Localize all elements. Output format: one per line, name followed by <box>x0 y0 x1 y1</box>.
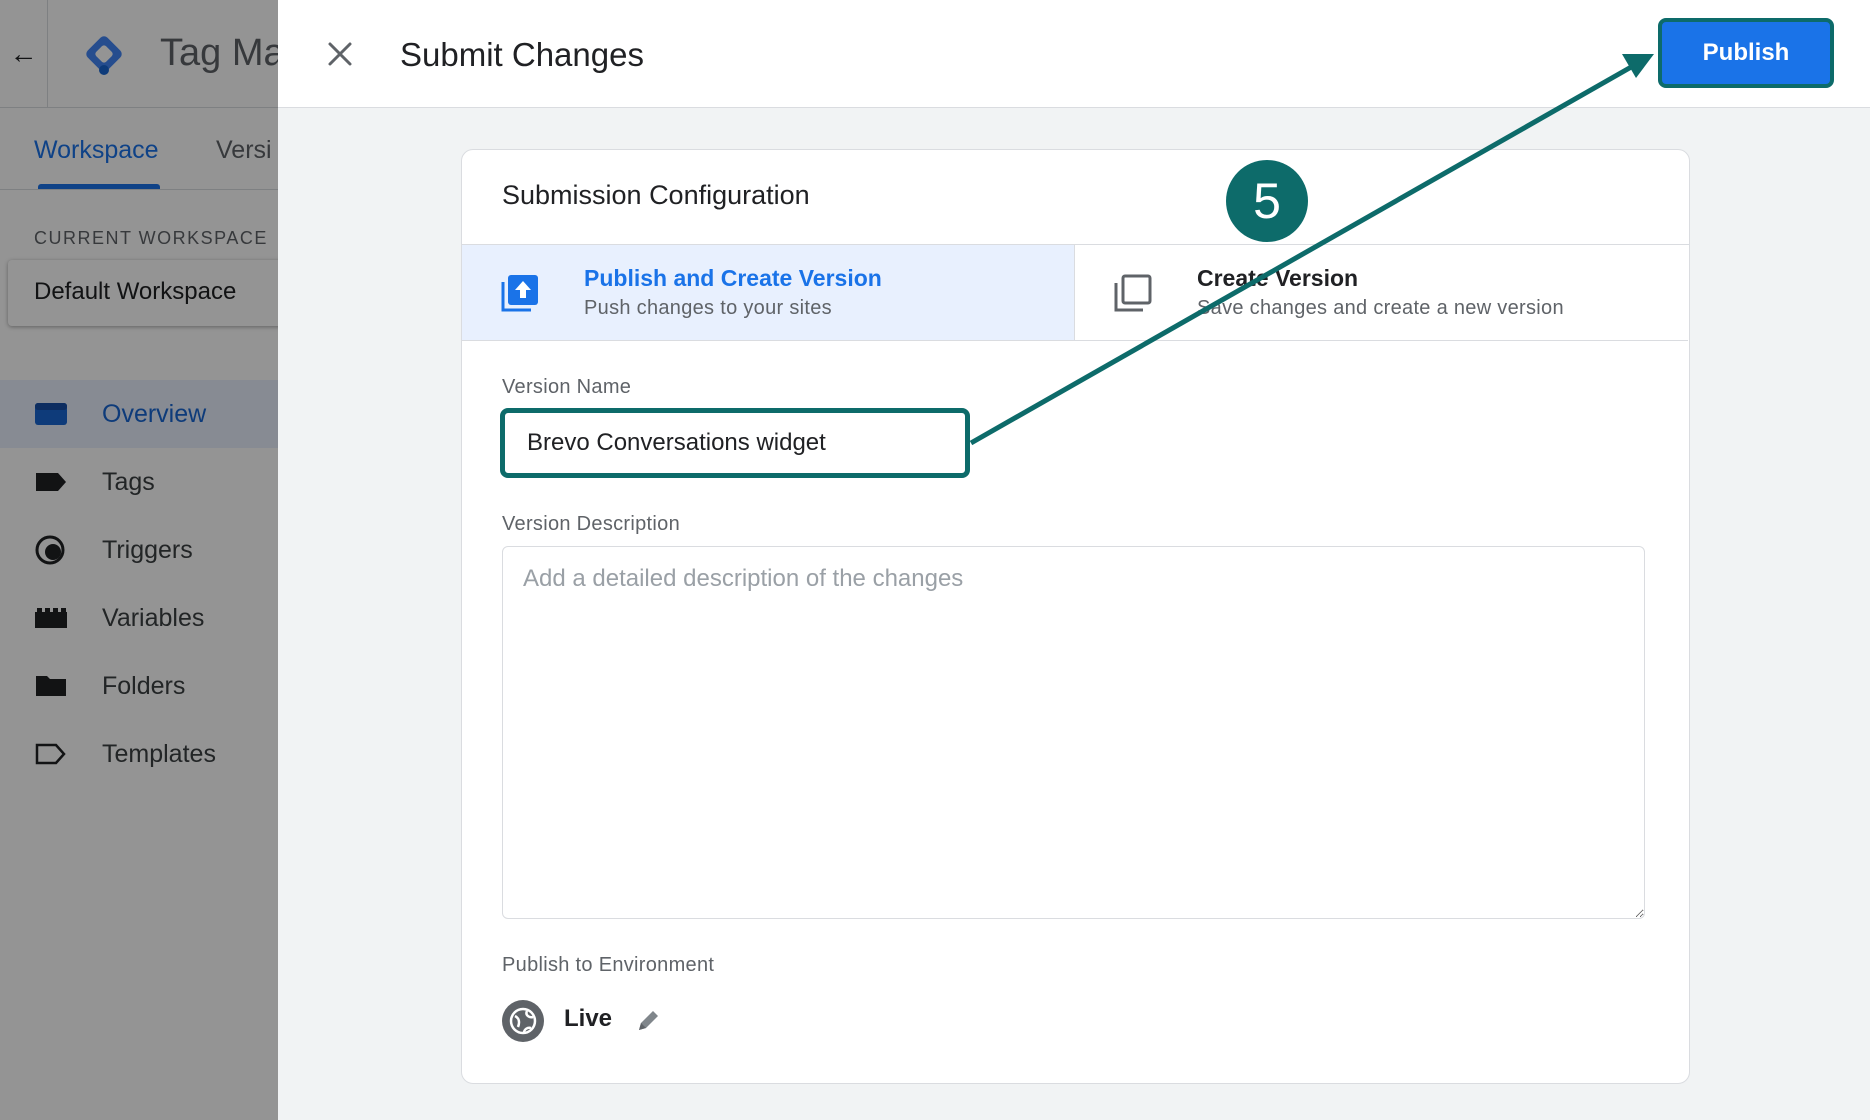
version-description-input[interactable] <box>502 546 1645 919</box>
publish-button[interactable]: Publish <box>1658 18 1834 88</box>
close-icon[interactable] <box>318 32 362 76</box>
submission-configuration-card: Submission Configuration Publish and Cre… <box>461 149 1690 1084</box>
environment-name: Live <box>564 1005 613 1032</box>
publish-icon <box>501 275 538 312</box>
panel-header: Submit Changes Publish <box>278 0 1870 108</box>
globe-icon <box>502 1000 544 1042</box>
version-name-input[interactable] <box>500 408 970 478</box>
step-number-badge: 5 <box>1226 160 1308 242</box>
publish-environment-label: Publish to Environment <box>502 954 715 976</box>
pencil-icon[interactable] <box>634 1007 662 1035</box>
panel-title: Submit Changes <box>400 36 644 73</box>
option-publish-and-create-version[interactable]: Publish and Create Version Push changes … <box>462 245 1075 341</box>
version-name-label: Version Name <box>502 376 632 398</box>
card-title: Submission Configuration <box>502 180 810 210</box>
submit-changes-panel: Submit Changes Publish Submission Config… <box>278 0 1870 1120</box>
option-title: Publish and Create Version <box>584 265 882 291</box>
option-create-version[interactable]: Create Version Save changes and create a… <box>1075 245 1688 341</box>
copy-icon <box>1114 274 1152 312</box>
option-title: Create Version <box>1197 265 1359 291</box>
option-subtitle: Push changes to your sites <box>584 297 832 319</box>
option-subtitle: Save changes and create a new version <box>1197 297 1564 319</box>
version-description-label: Version Description <box>502 513 681 535</box>
